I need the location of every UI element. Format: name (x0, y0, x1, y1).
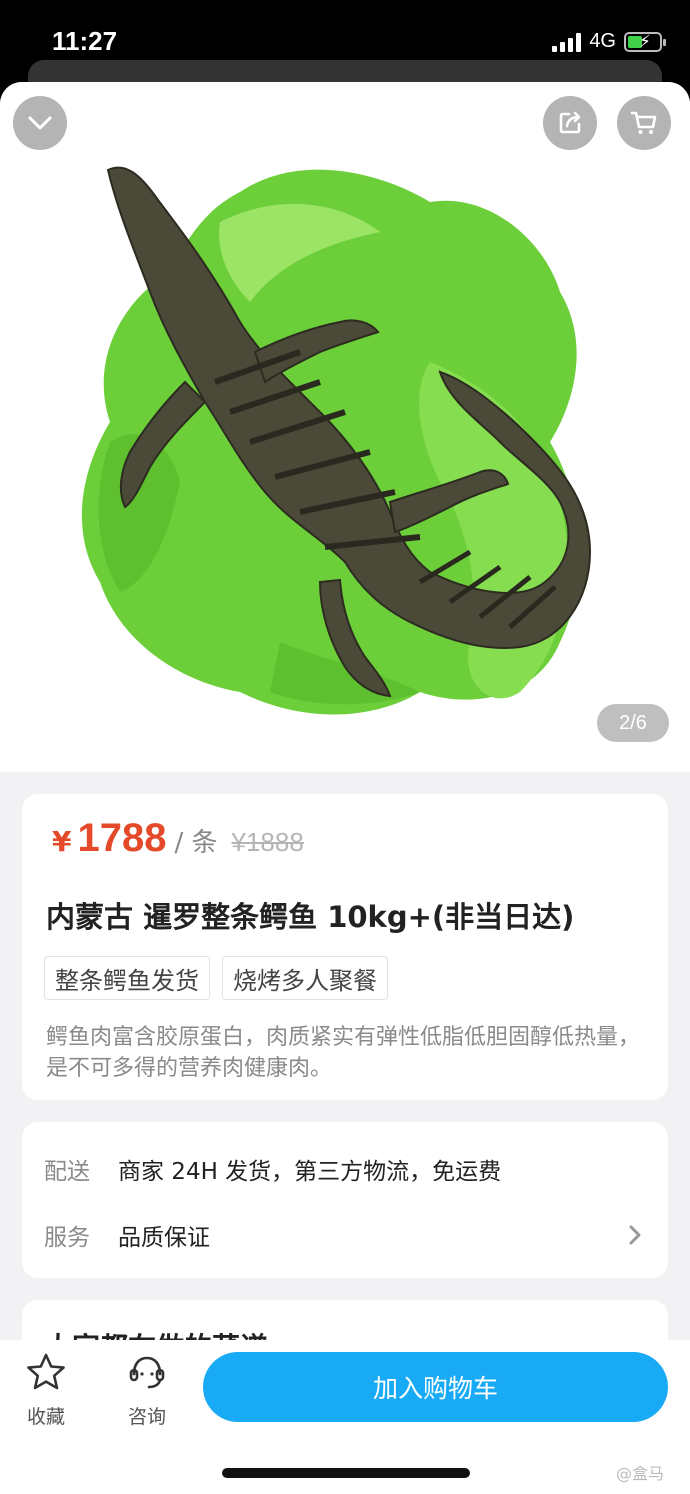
delivery-service-card[interactable]: 配送 商家 24H 发货，第三方物流，免运费 服务 品质保证 (22, 1122, 668, 1278)
favorite-label: 收藏 (26, 1406, 65, 1428)
bottom-action-bar: 收藏 咨询 加入购物车 @盒马 (0, 1340, 690, 1494)
product-tags: 整条鳄鱼发货 烧烤多人聚餐 (44, 956, 388, 1000)
service-label: 服务 (44, 1225, 90, 1251)
price-row: ¥ 1788 / 条 ¥1888 (52, 816, 304, 861)
share-icon (559, 111, 581, 134)
status-time: 11:27 (52, 26, 118, 56)
product-detail-sheet: 2/6 ¥ 1788 / 条 ¥1888 内蒙古 暹罗整条鳄鱼 10kg+(非当… (0, 82, 690, 1494)
favorite-button[interactable]: 收藏 (16, 1352, 76, 1429)
delivery-label: 配送 (44, 1159, 90, 1185)
consult-button[interactable]: 咨询 (117, 1352, 177, 1429)
signal-icon (552, 32, 582, 52)
status-indicators: 4G ⚡ (552, 30, 666, 53)
price-card: ¥ 1788 / 条 ¥1888 内蒙古 暹罗整条鳄鱼 10kg+(非当日达) … (22, 794, 668, 1100)
collapse-button[interactable] (13, 96, 67, 150)
headset-icon (129, 1356, 165, 1389)
cart-button[interactable] (617, 96, 671, 150)
currency-symbol: ¥ (52, 825, 72, 858)
delivery-value: 商家 24H 发货，第三方物流，免运费 (118, 1159, 502, 1185)
home-indicator (222, 1468, 470, 1478)
price: 1788 (77, 816, 167, 860)
network-label: 4G (589, 30, 616, 52)
watermark: @盒马 (616, 1464, 665, 1483)
product-title: 内蒙古 暹罗整条鳄鱼 10kg+(非当日达) (46, 900, 575, 934)
star-icon (27, 1353, 65, 1390)
cart-icon (630, 111, 657, 134)
crocodile-on-lettuce-image (81, 166, 592, 715)
product-tag: 整条鳄鱼发货 (44, 956, 210, 1000)
chevron-right-icon[interactable] (626, 1222, 644, 1248)
delivery-row: 配送 商家 24H 发货，第三方物流，免运费 (44, 1152, 501, 1186)
service-row[interactable]: 服务 品质保证 (44, 1218, 210, 1252)
add-to-cart-button[interactable]: 加入购物车 (203, 1352, 668, 1422)
consult-label: 咨询 (127, 1406, 166, 1428)
battery-icon: ⚡ (624, 31, 666, 52)
product-tag: 烧烤多人聚餐 (222, 956, 388, 1000)
service-value: 品质保证 (118, 1225, 210, 1251)
original-price: ¥1888 (231, 827, 304, 857)
product-description: 鳄鱼肉富含胶原蛋白，肉质紧实有弹性低脂低胆固醇低热量，是不可多得的营养肉健康肉。 (46, 1025, 641, 1081)
product-image-gallery[interactable]: 2/6 (0, 82, 690, 772)
share-button[interactable] (543, 96, 597, 150)
image-page-indicator: 2/6 (597, 704, 669, 742)
chevron-down-icon (28, 116, 52, 130)
price-unit: / 条 (174, 828, 218, 858)
